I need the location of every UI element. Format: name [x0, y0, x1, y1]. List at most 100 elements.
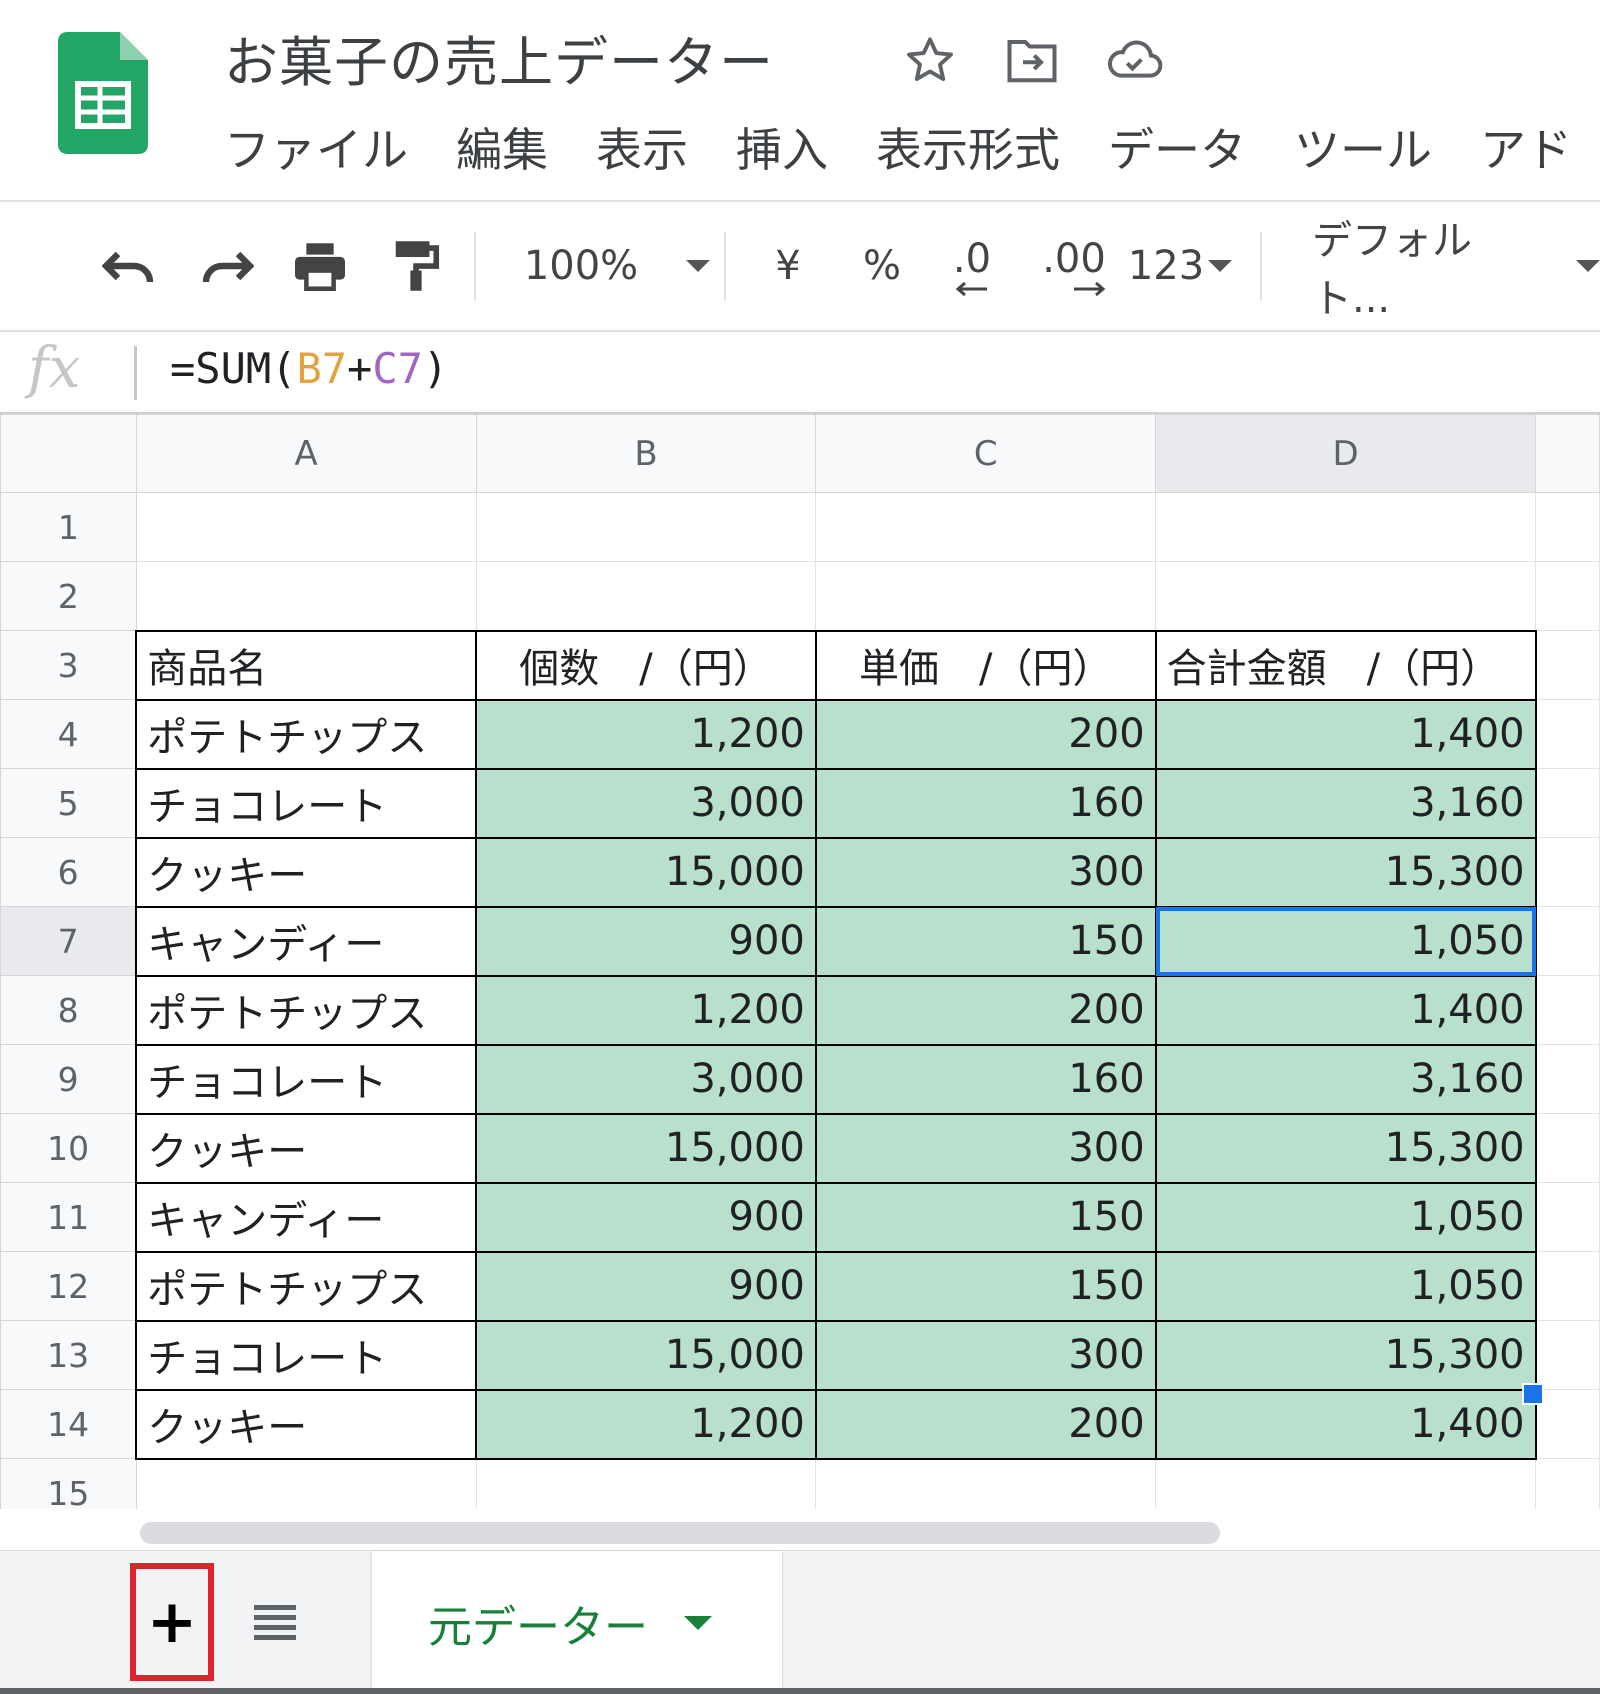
product-name-cell[interactable]: チョコレート: [135, 767, 478, 839]
column-header-d[interactable]: D: [1155, 414, 1537, 493]
cell[interactable]: [1535, 630, 1600, 700]
cell[interactable]: [135, 1458, 477, 1509]
cell[interactable]: [1535, 1251, 1600, 1321]
total-cell[interactable]: 1,400: [1154, 974, 1537, 1046]
menu-format[interactable]: 表示形式: [876, 118, 1060, 182]
cell[interactable]: [815, 1458, 1157, 1509]
menu-data[interactable]: データ: [1108, 118, 1246, 182]
total-cell[interactable]: 15,300: [1154, 1112, 1537, 1184]
header-cell-product[interactable]: 商品名: [135, 629, 478, 701]
menu-addons[interactable]: アド: [1480, 118, 1572, 182]
total-cell[interactable]: 1,050: [1154, 1250, 1537, 1322]
currency-format-button[interactable]: ¥: [768, 224, 808, 308]
number-format-select[interactable]: 123: [1128, 224, 1233, 308]
font-select[interactable]: デフォルト...: [1312, 218, 1600, 322]
cell[interactable]: [815, 561, 1157, 631]
quantity-cell[interactable]: 15,000: [475, 1319, 817, 1391]
cell[interactable]: [1155, 561, 1537, 631]
cell[interactable]: [1535, 492, 1600, 562]
row-header[interactable]: 4: [0, 699, 137, 769]
row-header[interactable]: 10: [0, 1113, 137, 1183]
unit-price-cell[interactable]: 160: [814, 1043, 1157, 1115]
select-all-corner[interactable]: [0, 414, 137, 493]
total-cell[interactable]: 1,400: [1154, 698, 1537, 770]
header-cell-total[interactable]: 合計金額 /（円）: [1154, 629, 1537, 701]
total-cell[interactable]: 15,300: [1154, 836, 1537, 908]
unit-price-cell[interactable]: 160: [814, 767, 1157, 839]
total-cell[interactable]: 1,400: [1154, 1388, 1537, 1460]
product-name-cell[interactable]: クッキー: [135, 1112, 478, 1184]
cell[interactable]: [815, 492, 1157, 562]
unit-price-cell[interactable]: 150: [814, 905, 1157, 977]
decrease-decimal-button[interactable]: .0: [940, 224, 1004, 308]
quantity-cell[interactable]: 1,200: [475, 1388, 817, 1460]
document-title[interactable]: お菓子の売上データー: [224, 18, 774, 97]
all-sheets-list-icon[interactable]: [240, 1587, 310, 1657]
unit-price-cell[interactable]: 200: [814, 1388, 1157, 1460]
menu-view[interactable]: 表示: [596, 118, 688, 182]
product-name-cell[interactable]: ポテトチップス: [135, 1250, 478, 1322]
product-name-cell[interactable]: チョコレート: [135, 1319, 478, 1391]
percent-format-button[interactable]: %: [862, 224, 902, 308]
product-name-cell[interactable]: ポテトチップス: [135, 698, 478, 770]
product-name-cell[interactable]: クッキー: [135, 1388, 478, 1460]
add-sheet-button[interactable]: +: [130, 1563, 214, 1681]
row-header[interactable]: 13: [0, 1320, 137, 1390]
product-name-cell[interactable]: クッキー: [135, 836, 478, 908]
header-cell-unit-price[interactable]: 単価 /（円）: [814, 629, 1157, 701]
product-name-cell[interactable]: キャンディー: [135, 1181, 478, 1253]
cell[interactable]: [1535, 906, 1600, 976]
star-icon[interactable]: [900, 30, 960, 90]
quantity-cell[interactable]: 900: [475, 1250, 817, 1322]
column-header-b[interactable]: B: [475, 414, 817, 493]
cell[interactable]: [475, 1458, 817, 1509]
column-header-c[interactable]: C: [815, 414, 1157, 493]
row-header[interactable]: 2: [0, 561, 137, 631]
unit-price-cell[interactable]: 150: [814, 1250, 1157, 1322]
cell[interactable]: [1535, 1044, 1600, 1114]
unit-price-cell[interactable]: 300: [814, 1112, 1157, 1184]
row-header[interactable]: 12: [0, 1251, 137, 1321]
row-header[interactable]: 8: [0, 975, 137, 1045]
cell[interactable]: [1535, 975, 1600, 1045]
quantity-cell[interactable]: 15,000: [475, 1112, 817, 1184]
active-cell[interactable]: 1,050: [1154, 905, 1537, 977]
row-header[interactable]: 6: [0, 837, 137, 907]
total-cell[interactable]: 3,160: [1154, 1043, 1537, 1115]
cell[interactable]: [1535, 837, 1600, 907]
column-header-a[interactable]: A: [135, 414, 477, 493]
undo-icon[interactable]: [96, 224, 164, 308]
quantity-cell[interactable]: 900: [475, 1181, 817, 1253]
paint-format-icon[interactable]: [382, 224, 450, 308]
move-folder-icon[interactable]: [1002, 30, 1062, 90]
cell[interactable]: [1535, 768, 1600, 838]
quantity-cell[interactable]: 900: [475, 905, 817, 977]
unit-price-cell[interactable]: 200: [814, 698, 1157, 770]
unit-price-cell[interactable]: 300: [814, 836, 1157, 908]
row-header[interactable]: 3: [0, 630, 137, 700]
cell[interactable]: [1535, 1113, 1600, 1183]
chevron-down-icon[interactable]: [684, 1615, 712, 1630]
cell[interactable]: [1535, 1389, 1600, 1459]
menu-insert[interactable]: 挿入: [736, 118, 828, 182]
cell[interactable]: [135, 561, 477, 631]
row-header[interactable]: 7: [0, 906, 137, 976]
cell[interactable]: [1535, 1320, 1600, 1390]
cell[interactable]: [1155, 492, 1537, 562]
product-name-cell[interactable]: キャンディー: [135, 905, 478, 977]
total-cell[interactable]: 3,160: [1154, 767, 1537, 839]
product-name-cell[interactable]: ポテトチップス: [135, 974, 478, 1046]
cell[interactable]: [1535, 1182, 1600, 1252]
product-name-cell[interactable]: チョコレート: [135, 1043, 478, 1115]
quantity-cell[interactable]: 3,000: [475, 1043, 817, 1115]
fill-handle[interactable]: [1522, 1383, 1544, 1405]
menu-file[interactable]: ファイル: [224, 118, 408, 182]
increase-decimal-button[interactable]: .00: [1034, 224, 1114, 308]
redo-icon[interactable]: [192, 224, 260, 308]
row-header[interactable]: 14: [0, 1389, 137, 1459]
column-header-e[interactable]: [1535, 414, 1600, 493]
menu-tools[interactable]: ツール: [1294, 118, 1432, 182]
cell[interactable]: [135, 492, 477, 562]
unit-price-cell[interactable]: 200: [814, 974, 1157, 1046]
cell[interactable]: [1535, 1458, 1600, 1509]
